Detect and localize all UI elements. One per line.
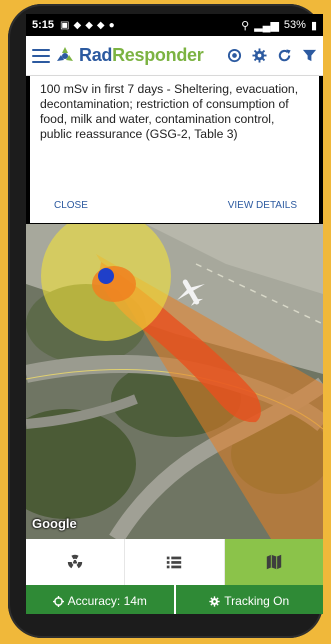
close-button[interactable]: CLOSE	[54, 200, 88, 211]
bottom-tabs	[26, 539, 323, 585]
notification-icon: ◆	[73, 19, 82, 31]
radiation-icon	[67, 554, 83, 569]
notification-icon: ●	[108, 19, 115, 31]
status-footer: Accuracy: 14m Tracking On	[26, 585, 323, 614]
google-logo: Google	[32, 516, 77, 531]
notification-icon: ◆	[85, 19, 93, 31]
crosshair-icon	[52, 595, 64, 607]
list-icon	[167, 556, 182, 569]
source-hotspot	[92, 266, 136, 302]
satellite-map[interactable]	[26, 224, 323, 539]
tracking-label: Tracking On	[224, 594, 290, 608]
app-screen: 5:15 ▣ ◆ ◆ ◆ ● ⚲ ▂▄▆ 53% ▮ RadResponder	[26, 14, 323, 614]
refresh-icon[interactable]	[277, 48, 292, 63]
tracking-toggle[interactable]: Tracking On	[173, 585, 323, 614]
system-status: ⚲ ▂▄▆ 53% ▮	[241, 19, 317, 32]
filter-icon[interactable]	[302, 48, 317, 63]
target-icon[interactable]	[227, 48, 242, 63]
accuracy-indicator[interactable]: Accuracy: 14m	[26, 585, 174, 614]
notification-icons: ▣ ◆ ◆ ◆ ●	[60, 20, 115, 31]
header-actions	[227, 48, 317, 63]
radresponder-logo	[57, 46, 73, 61]
tab-map[interactable]	[224, 539, 323, 585]
gear-icon[interactable]	[252, 48, 267, 63]
notification-icon: ▣	[60, 19, 70, 31]
location-marker[interactable]	[98, 268, 114, 284]
battery-icon: ▮	[310, 19, 317, 32]
app-header: RadResponder	[26, 36, 323, 76]
notification-icon: ◆	[96, 19, 105, 31]
app-title: RadResponder	[79, 45, 204, 65]
menu-icon[interactable]	[32, 48, 50, 63]
tab-radiation[interactable]	[26, 539, 126, 585]
status-bar: 5:15 ▣ ◆ ◆ ◆ ● ⚲ ▂▄▆ 53% ▮	[26, 14, 323, 36]
map-icon	[266, 554, 282, 570]
tab-list[interactable]	[125, 539, 225, 585]
view-details-button[interactable]: VIEW DETAILS	[228, 200, 297, 211]
gear-icon	[209, 595, 220, 607]
info-popup-actions: CLOSE VIEW DETAILS	[30, 200, 319, 211]
info-popup-text: 100 mSv in first 7 days - Sheltering, ev…	[40, 82, 299, 141]
accuracy-label: Accuracy: 14m	[67, 594, 147, 608]
signal-icon: ▂▄▆	[254, 19, 279, 32]
info-popup: 100 mSv in first 7 days - Sheltering, ev…	[30, 76, 319, 223]
location-icon: ⚲	[241, 19, 250, 32]
clock: 5:15	[32, 19, 55, 31]
map-view[interactable]: Google	[26, 224, 323, 539]
battery-level: 53%	[283, 19, 306, 31]
